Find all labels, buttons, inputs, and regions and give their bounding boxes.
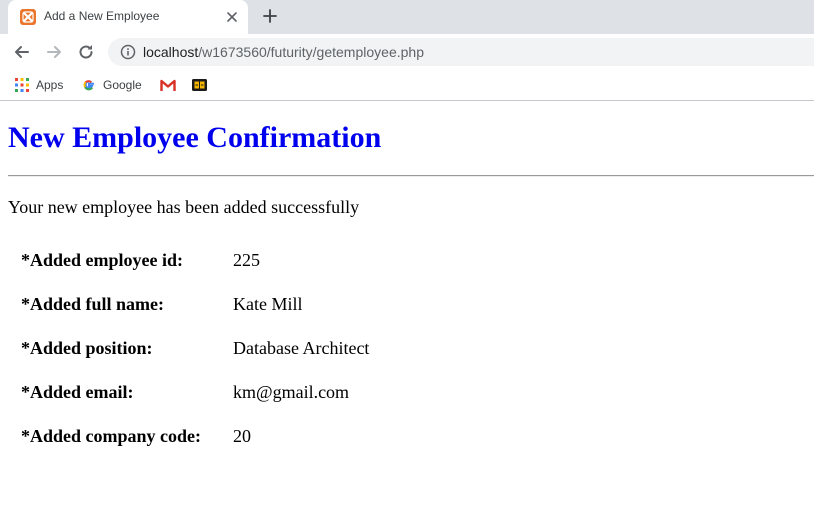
bookmark-apps[interactable]: Apps [15,76,63,94]
bookmarks-bar: Apps Google [0,70,814,101]
url-path: /w1673560/futurity/getemployee.php [198,44,424,60]
detail-label: *Added full name: [21,294,165,314]
horizontal-rule [8,175,814,177]
page-content: New Employee Confirmation Your new emplo… [0,101,814,521]
google-g-icon [82,78,96,92]
browser-toolbar: localhost/w1673560/futurity/getemployee.… [0,34,814,70]
tab-title: Add a New Employee [44,9,160,23]
tab-strip: Add a New Employee [0,0,814,34]
detail-label: *Added position: [21,338,153,358]
detail-value: Kate Mill [233,294,303,314]
bookmark-behance[interactable] [192,76,214,94]
detail-label: *Added company code: [21,426,202,446]
forward-arrow-icon[interactable] [44,42,64,62]
page-title: New Employee Confirmation [8,121,382,154]
url-text: localhost/w1673560/futurity/getemployee.… [143,44,424,60]
success-message: Your new employee has been added success… [8,197,360,217]
detail-value: Database Architect [233,338,370,358]
bookmark-label: Google [103,78,142,92]
back-arrow-icon[interactable] [12,42,32,62]
apps-grid-icon [15,78,29,92]
detail-value: 20 [233,426,251,446]
bookmark-google[interactable]: Google [82,76,142,94]
site-info-icon[interactable] [120,44,136,60]
xampp-favicon-icon [20,9,36,25]
bookmark-gmail[interactable] [160,76,183,94]
browser-tab[interactable]: Add a New Employee [8,0,248,34]
bookmark-label: Apps [36,78,64,92]
reload-icon[interactable] [76,42,96,62]
detail-value: km@gmail.com [233,382,350,402]
address-bar[interactable]: localhost/w1673560/futurity/getemployee.… [108,38,814,66]
url-host: localhost [143,44,199,60]
detail-label: *Added employee id: [21,250,183,270]
behance-icon [192,79,207,91]
detail-value: 225 [233,250,260,270]
gmail-icon [160,79,176,92]
new-tab-plus-icon[interactable] [262,8,278,24]
close-tab-icon[interactable] [224,9,240,25]
detail-label: *Added email: [21,382,134,402]
